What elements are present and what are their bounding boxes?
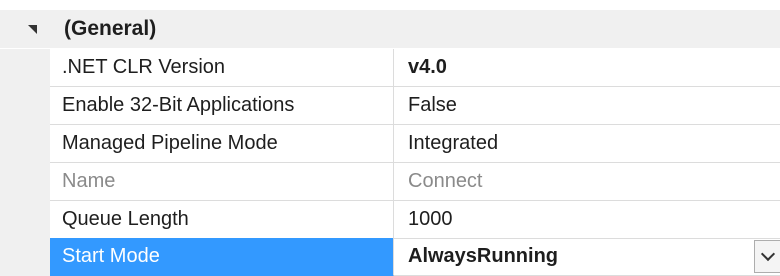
row-gutter xyxy=(0,49,50,87)
property-name[interactable]: Queue Length xyxy=(50,201,394,239)
property-row-queue-length[interactable]: Queue Length 1000 xyxy=(0,201,780,239)
row-gutter xyxy=(0,87,50,125)
category-row-general[interactable]: (General) xyxy=(0,10,780,48)
property-value[interactable]: Integrated xyxy=(394,125,780,163)
row-gutter xyxy=(0,238,50,276)
property-row-clr-version[interactable]: .NET CLR Version v4.0 xyxy=(0,49,780,87)
property-name[interactable]: .NET CLR Version xyxy=(50,49,394,87)
row-gutter xyxy=(0,201,50,239)
chevron-down-icon xyxy=(760,246,775,262)
property-value[interactable]: 1000 xyxy=(394,201,780,239)
category-expander[interactable] xyxy=(0,10,50,48)
property-row-name[interactable]: Name Connect xyxy=(0,163,780,201)
property-value[interactable]: False xyxy=(394,87,780,125)
property-name[interactable]: Name xyxy=(50,163,394,201)
property-row-enable-32bit[interactable]: Enable 32-Bit Applications False xyxy=(0,87,780,125)
property-row-start-mode[interactable]: Start Mode AlwaysRunning xyxy=(0,238,780,276)
property-value[interactable]: v4.0 xyxy=(394,49,780,87)
dropdown-button[interactable] xyxy=(754,240,780,273)
row-gutter xyxy=(0,163,50,201)
property-value: Connect xyxy=(394,163,780,201)
property-name[interactable]: Managed Pipeline Mode xyxy=(50,125,394,163)
category-label: (General) xyxy=(64,17,157,40)
row-gutter xyxy=(0,125,50,163)
property-grid: (General) .NET CLR Version v4.0 Enable 3… xyxy=(0,0,780,276)
collapse-triangle-icon[interactable] xyxy=(27,24,37,34)
property-value: AlwaysRunning xyxy=(408,245,559,267)
property-value-dropdown[interactable]: AlwaysRunning xyxy=(394,238,780,276)
property-name[interactable]: Enable 32-Bit Applications xyxy=(50,87,394,125)
property-row-pipeline-mode[interactable]: Managed Pipeline Mode Integrated xyxy=(0,125,780,163)
property-name[interactable]: Start Mode xyxy=(50,238,394,276)
